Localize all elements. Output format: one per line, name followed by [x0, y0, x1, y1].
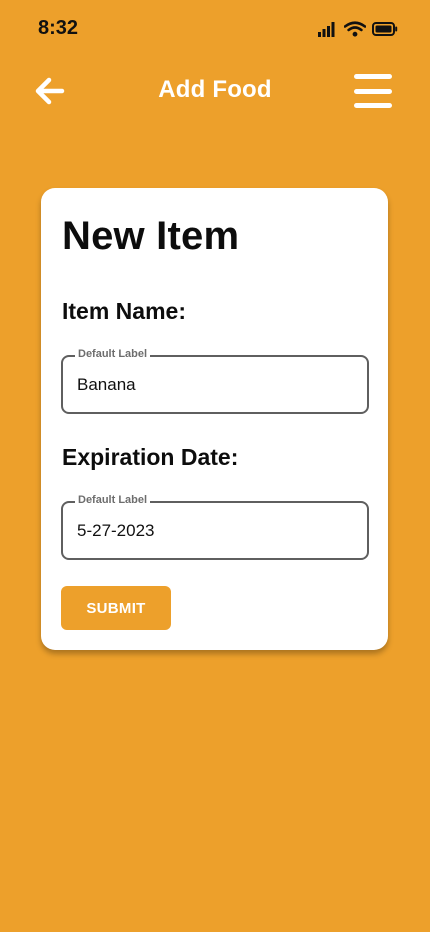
item-name-field[interactable]: Default Label — [61, 348, 369, 414]
new-item-card: New Item Item Name: Default Label Expira… — [41, 188, 388, 650]
signal-icon — [318, 22, 335, 37]
item-name-label: Item Name: — [62, 298, 186, 324]
hamburger-menu-icon-bar — [354, 88, 392, 94]
expiration-date-field[interactable]: Default Label — [61, 494, 369, 560]
hamburger-menu-icon-bar — [354, 103, 392, 108]
hamburger-menu-icon — [354, 74, 392, 79]
status-bar: 8:32 — [0, 0, 430, 56]
status-time: 8:32 — [38, 17, 79, 39]
status-icons — [318, 20, 398, 38]
add-food-screen: 8:32 Add Food New Item Item Name: Defaul… — [0, 0, 430, 932]
expiration-date-input[interactable] — [77, 503, 357, 558]
item-name-input[interactable] — [77, 357, 357, 412]
card-title: New Item — [62, 214, 240, 258]
expiration-date-label: Expiration Date: — [62, 444, 239, 470]
menu-button[interactable] — [354, 74, 394, 108]
wifi-icon — [344, 21, 366, 37]
battery-icon — [372, 22, 398, 36]
app-header: Add Food — [0, 60, 430, 122]
submit-button[interactable]: SUBMIT — [61, 586, 171, 630]
